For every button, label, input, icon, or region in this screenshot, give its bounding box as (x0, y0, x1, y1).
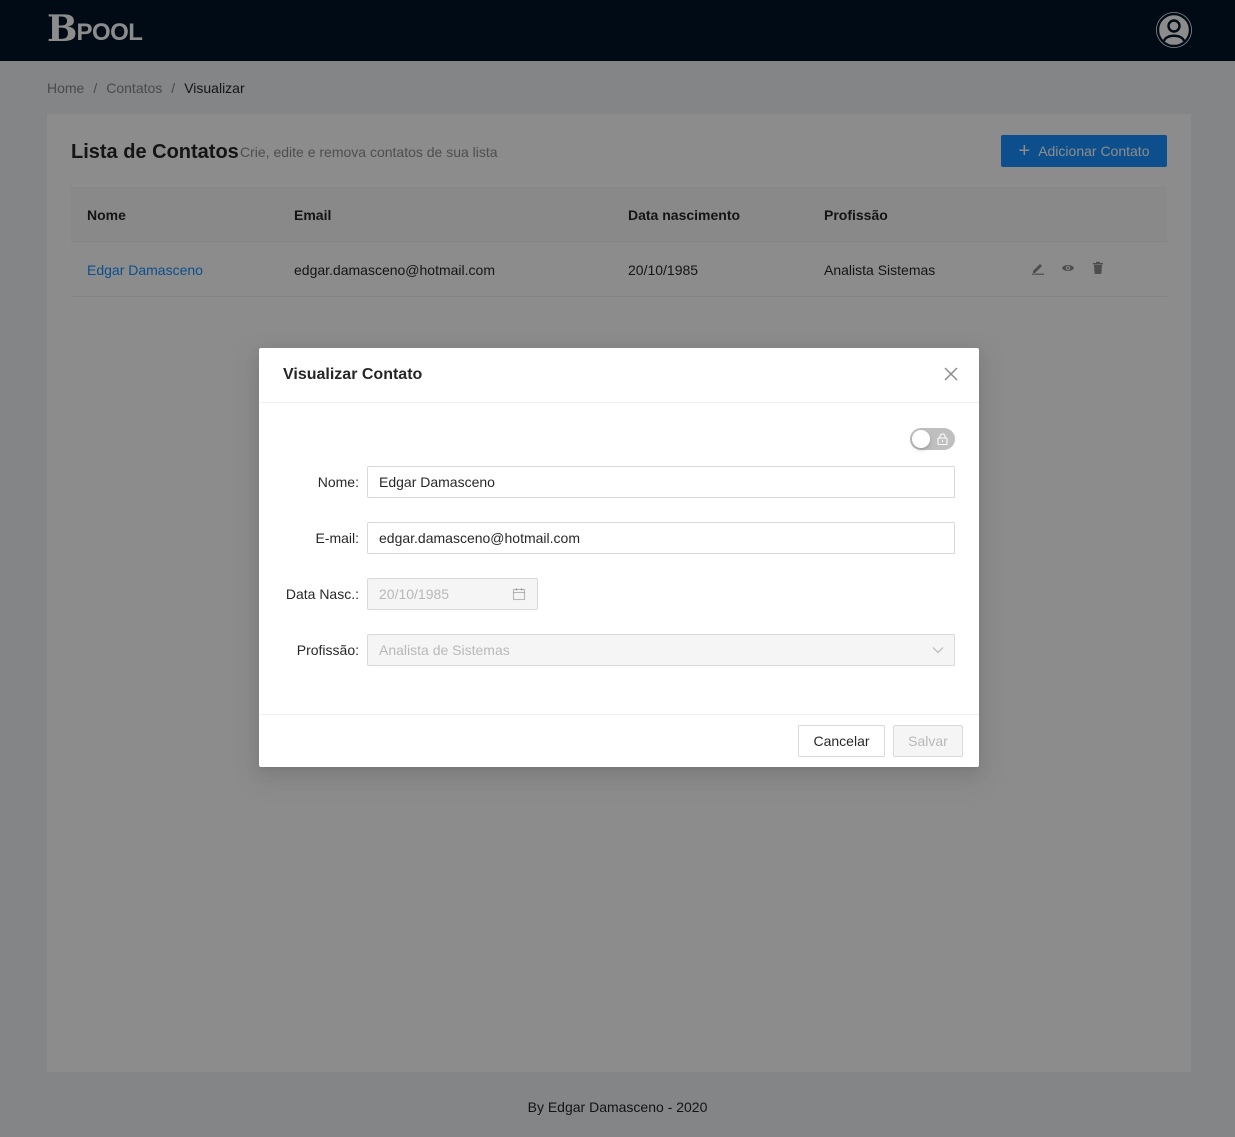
lock-icon (937, 433, 948, 445)
data-nasc-value: 20/10/1985 (379, 586, 450, 602)
profissao-select[interactable]: Analista de Sistemas (367, 634, 955, 666)
data-nasc-label: Data Nasc.: (285, 586, 359, 602)
view-contact-modal: Visualizar Contato Nome: Edgar Damasceno… (259, 348, 979, 767)
close-icon[interactable] (941, 364, 961, 384)
nome-label: Nome: (317, 474, 359, 490)
switch-knob (912, 430, 930, 448)
modal-title: Visualizar Contato (283, 366, 423, 383)
modal-header: Visualizar Contato (259, 348, 979, 403)
chevron-down-icon (932, 647, 944, 654)
profissao-value: Analista de Sistemas (379, 642, 510, 658)
calendar-icon (512, 588, 526, 601)
email-label: E-mail: (315, 530, 359, 546)
nome-input[interactable]: Edgar Damasceno (367, 466, 955, 498)
cancel-button[interactable]: Cancelar (798, 725, 885, 757)
profissao-label: Profissão: (296, 642, 359, 658)
save-button[interactable]: Salvar (893, 725, 963, 757)
edit-toggle-switch[interactable] (910, 428, 955, 450)
modal-footer: Cancelar Salvar (259, 714, 979, 767)
email-input[interactable]: edgar.damasceno@hotmail.com (367, 522, 955, 554)
